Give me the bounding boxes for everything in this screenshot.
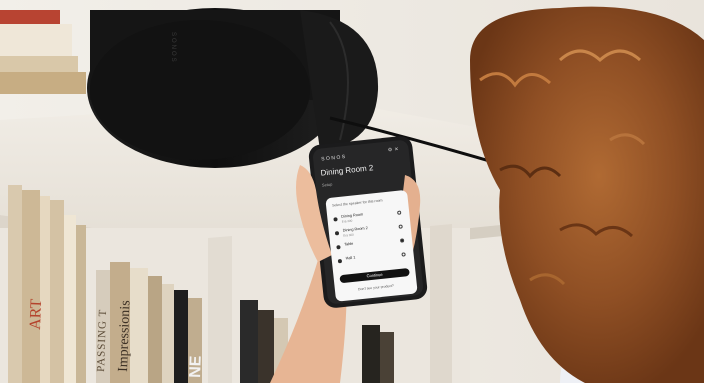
speaker-option-name: Table [344,241,354,247]
app-brand: SONOS [320,153,347,163]
speaker-option-name: Hall 1 [345,255,356,261]
speaker-icon [333,217,338,222]
speaker-icon [337,258,343,264]
close-icon[interactable]: ✕ [394,146,401,153]
option-radio[interactable] [397,223,403,229]
book-spine-ne: NE [187,355,205,378]
option-radio[interactable] [400,251,406,257]
room-title: Dining Room 2 [320,163,374,178]
header-icons: ⚙✕ [388,146,401,153]
sheet-prompt: Select the speaker for this room [331,198,383,208]
speaker-icon [336,245,341,250]
option-radio-selected[interactable] [399,237,405,243]
speaker-option-meta: Era 300 [341,218,353,224]
setup-label: Setup [321,181,333,188]
speaker-option-name: Dining Room 2 [342,226,368,233]
book-spine-passing: PASSING T [95,309,109,372]
speaker-option-meta: Era 300 [343,232,354,238]
speaker-selection-sheet: Select the speaker for this room Dining … [325,189,418,302]
book-spine-art: ART [27,298,45,330]
phone-screen: SONOS ⚙✕ Dining Room 2 Setup Select the … [310,137,426,307]
option-radio[interactable] [396,209,402,215]
speaker-icon [334,231,340,236]
speaker-logo: SONOS [170,32,176,64]
help-link[interactable]: Don't see your product? [341,282,411,293]
product-photo: ART Impressionis PASSING T NE SONOS SONO… [0,0,704,383]
continue-button[interactable]: Continue [339,267,410,284]
book-spine-impressionists: Impressionis [116,300,133,372]
